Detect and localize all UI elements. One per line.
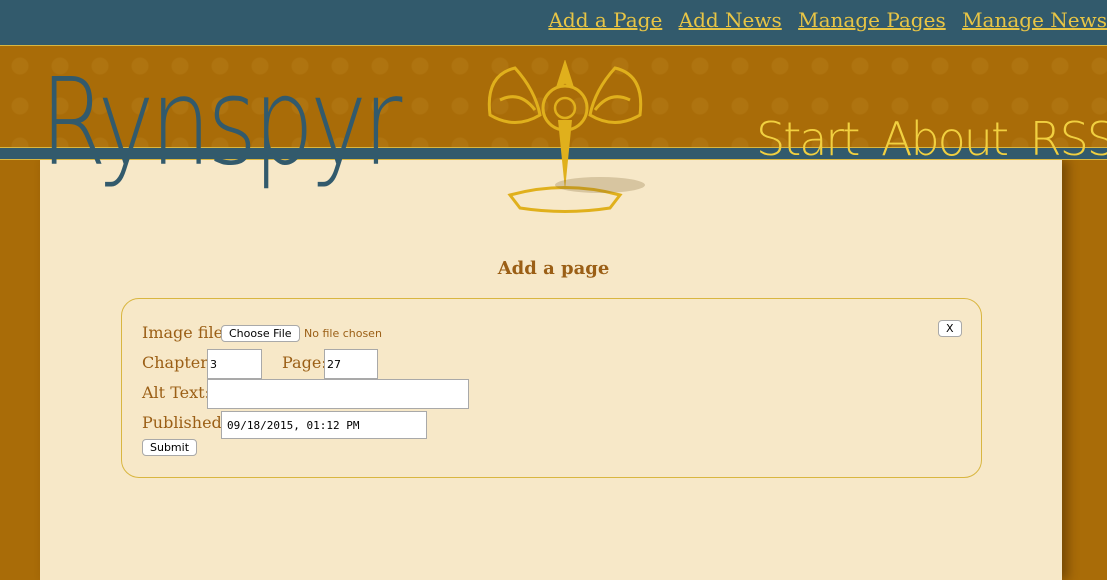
nav-manage-pages[interactable]: Manage Pages [798, 8, 946, 32]
page-input[interactable]: 27 [324, 349, 378, 379]
nav-manage-news[interactable]: Manage News [962, 8, 1107, 32]
published-label: Published: [142, 413, 228, 432]
nav-add-news[interactable]: Add News [679, 8, 782, 32]
page-label: Page: [282, 353, 327, 372]
image-file-label: Image file: [142, 323, 229, 342]
choose-file-button[interactable]: Choose File [221, 325, 300, 342]
alt-text-label: Alt Text: [142, 383, 210, 402]
nav-add-page[interactable]: Add a Page [548, 8, 662, 32]
published-datetime-input[interactable]: 09/18/2015, 01:12 PM [221, 411, 427, 439]
site-logo[interactable]: Rynspyr [40, 62, 402, 182]
close-button[interactable]: X [938, 320, 962, 337]
emblem-logo-icon [487, 60, 645, 213]
form-title: Add a page [497, 258, 610, 279]
nav-rss[interactable]: RSS [1030, 112, 1107, 166]
admin-topbar: Add a Page Add News Manage Pages Manage … [0, 0, 1107, 46]
alt-text-input[interactable] [207, 379, 469, 409]
nav-about[interactable]: About [881, 112, 1009, 166]
chapter-label: Chapter: [142, 353, 214, 372]
main-nav: Start About RSS [756, 112, 1107, 166]
admin-nav: Add a Page Add News Manage Pages Manage … [538, 8, 1107, 32]
submit-button[interactable]: Submit [142, 439, 198, 456]
nav-start[interactable]: Start [756, 112, 860, 166]
no-file-text: No file chosen [304, 327, 382, 340]
chapter-input[interactable]: 3 [207, 349, 262, 379]
